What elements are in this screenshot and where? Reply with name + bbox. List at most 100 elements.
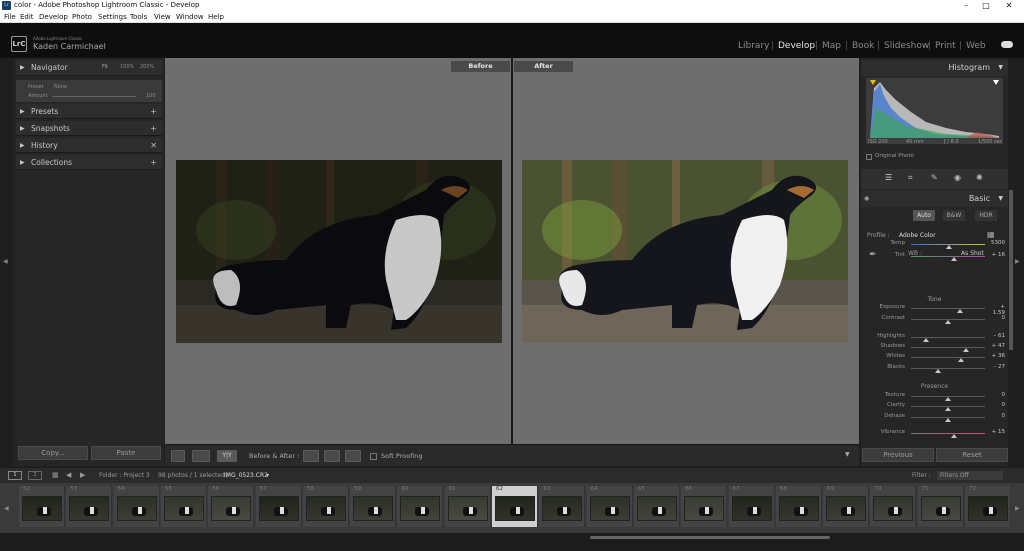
shadows-slider-handle[interactable] — [962, 348, 969, 352]
menu-file[interactable]: File — [4, 11, 16, 23]
copy-after-to-before-button[interactable] — [324, 450, 340, 462]
blacks-slider[interactable] — [911, 368, 985, 369]
previous-button[interactable]: Previous — [862, 448, 934, 462]
add-snapshot-button[interactable]: + — [150, 121, 157, 136]
presets-header[interactable]: ▶ Presets + — [16, 104, 162, 119]
temp-slider-value[interactable]: 5300 — [987, 240, 1005, 246]
vibrance-slider-handle[interactable] — [950, 434, 957, 438]
filmstrip-cell[interactable]: 66 — [681, 486, 728, 527]
blacks-slider-handle[interactable] — [934, 369, 941, 373]
menu-develop[interactable]: Develop — [39, 11, 68, 23]
histogram-header[interactable]: Histogram ▼ — [861, 60, 1008, 76]
filmstrip-cell[interactable]: 70 — [870, 486, 917, 527]
filmstrip-cell[interactable]: 72 — [965, 486, 1011, 527]
close-button[interactable]: ✕ — [1001, 0, 1017, 11]
navigator-header[interactable]: ▶ Navigator Fit 100% 200% — [16, 60, 162, 76]
tint-slider-value[interactable]: + 16 — [987, 252, 1005, 258]
whites-slider-value[interactable]: + 36 — [987, 353, 1005, 359]
main-window-button[interactable]: 1 — [8, 471, 22, 480]
histogram-graph[interactable] — [866, 78, 1003, 144]
reset-button[interactable]: Reset — [936, 448, 1008, 462]
module-book[interactable]: Book — [852, 41, 874, 51]
cloud-sync-icon[interactable] — [1001, 41, 1013, 48]
filmstrip-cell[interactable]: 67 — [728, 486, 775, 527]
zoom-200[interactable]: 200% — [140, 60, 154, 75]
healing-icon[interactable]: ✎ — [931, 173, 938, 182]
filmstrip-cell[interactable]: 58 — [302, 486, 349, 527]
exposure-slider-handle[interactable] — [956, 309, 963, 313]
module-map[interactable]: Map — [822, 41, 841, 51]
shadows-slider-value[interactable]: + 47 — [987, 343, 1005, 349]
whites-slider[interactable] — [911, 357, 985, 358]
filmstrip-cell[interactable]: 55 — [160, 486, 207, 527]
menu-settings[interactable]: Settings — [98, 11, 127, 23]
treatment-bw[interactable]: B&W — [943, 210, 965, 221]
grid-view-icon[interactable]: ▦ — [52, 468, 59, 483]
back-arrow-icon[interactable]: ◀ — [66, 468, 71, 483]
edit-sliders-icon[interactable]: ☰ — [885, 173, 892, 182]
folder-label[interactable]: Folder : Project 3 — [99, 468, 150, 483]
filename[interactable]: IMG_0523.CR2 — [224, 468, 268, 483]
filmstrip-cell[interactable]: 56 — [208, 486, 255, 527]
module-web[interactable]: Web — [966, 41, 986, 51]
masking-icon[interactable]: ✺ — [976, 173, 983, 182]
copy-before-to-after-button[interactable] — [303, 450, 319, 462]
before-after-mode-button[interactable] — [192, 450, 210, 462]
paste-button[interactable]: Paste — [91, 446, 161, 460]
dehaze-slider-value[interactable]: 0 — [987, 413, 1006, 419]
blacks-slider-value[interactable]: – 27 — [987, 364, 1006, 370]
minimize-button[interactable]: – — [958, 0, 974, 11]
temp-slider-handle[interactable] — [946, 245, 953, 249]
zoom-fit[interactable]: Fit — [102, 60, 108, 75]
copy-button[interactable]: Copy... — [18, 446, 88, 460]
forward-arrow-icon[interactable]: ▶ — [80, 468, 85, 483]
texture-slider-handle[interactable] — [945, 397, 951, 401]
module-develop[interactable]: Develop — [778, 41, 815, 51]
filmstrip-cell[interactable]: 65 — [633, 486, 680, 527]
zoom-100[interactable]: 100% — [120, 60, 134, 75]
right-panel-scrollbar[interactable] — [1009, 190, 1013, 350]
filmstrip-scroll-thumb[interactable] — [590, 536, 830, 539]
nav-amount-slider[interactable] — [52, 96, 136, 97]
contrast-slider-handle[interactable] — [945, 320, 951, 324]
before-photo[interactable] — [176, 160, 502, 343]
exposure-slider[interactable] — [911, 308, 985, 309]
filmstrip-cell[interactable]: 61 — [444, 486, 491, 527]
second-window-button[interactable]: 2 — [28, 471, 42, 480]
filmstrip-cell[interactable]: 63 — [539, 486, 586, 527]
treatment-auto[interactable]: Auto — [913, 210, 935, 221]
snapshots-header[interactable]: ▶ Snapshots + — [16, 121, 162, 136]
module-library[interactable]: Library — [738, 41, 769, 51]
whites-slider-handle[interactable] — [958, 358, 965, 362]
soft-proofing-checkbox[interactable] — [370, 453, 377, 460]
red-eye-icon[interactable]: ◉ — [954, 173, 961, 182]
filmstrip-cell[interactable]: 54 — [113, 486, 160, 527]
highlights-slider-value[interactable]: – 61 — [987, 333, 1006, 339]
filmstrip-cell[interactable]: 69 — [823, 486, 870, 527]
filename-dropdown[interactable]: ▾ — [266, 468, 269, 483]
clarity-slider-handle[interactable] — [945, 407, 951, 411]
swap-before-after-button[interactable] — [345, 450, 361, 462]
contrast-slider-value[interactable]: 0 — [987, 315, 1006, 321]
basic-header[interactable]: ◉ Basic ▼ — [861, 191, 1008, 207]
menu-photo[interactable]: Photo — [72, 11, 92, 23]
filmstrip-left-icon[interactable]: ◀ — [4, 505, 9, 512]
highlights-slider-handle[interactable] — [922, 338, 929, 342]
right-panel-toggle-icon[interactable]: ▶ — [1015, 258, 1020, 265]
menu-window[interactable]: Window — [176, 11, 204, 23]
tint-slider[interactable] — [911, 256, 985, 257]
profile-select[interactable]: Adobe Color — [899, 232, 936, 239]
filter-select[interactable]: Filters Off — [937, 471, 1003, 480]
filmstrip-cell[interactable]: 62 — [492, 486, 538, 527]
filmstrip-right-icon[interactable]: ▶ — [1015, 505, 1020, 512]
original-photo-checkbox[interactable] — [866, 154, 872, 160]
tint-slider-handle[interactable] — [950, 257, 957, 261]
maximize-button[interactable]: □ — [978, 0, 994, 11]
filmstrip-cell[interactable]: 59 — [350, 486, 397, 527]
vibrance-slider-value[interactable]: + 15 — [987, 429, 1005, 435]
filmstrip-cell[interactable]: 52 — [19, 486, 65, 527]
menu-view[interactable]: View — [154, 11, 171, 23]
yy-mode-button[interactable]: Y|Y — [217, 450, 237, 462]
left-panel-toggle-icon[interactable]: ◀ — [3, 258, 8, 265]
filmstrip-cell[interactable]: 71 — [917, 486, 964, 527]
